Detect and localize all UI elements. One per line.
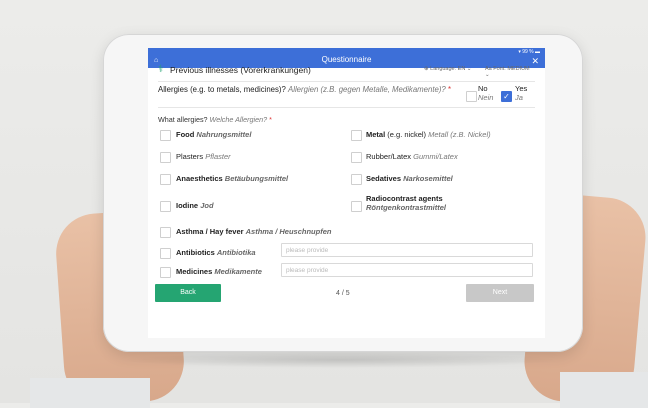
- anaesthetics-label: Anaesthetics Betäubungsmittel: [176, 174, 289, 183]
- plasters-label: Plasters Pflaster: [176, 152, 231, 161]
- radiocontrast-checkbox[interactable]: [351, 201, 362, 212]
- page-indicator: 4 / 5: [336, 290, 350, 297]
- left-sleeve: [30, 378, 150, 408]
- section-title: Previous illnesses (Vorerkrankungen): [170, 65, 311, 75]
- tablet-screen: ⌂ Questionnaire ▾ 99 % ▬ ✕ ⚕ Previous il…: [148, 48, 545, 338]
- status-bar: ▾ 99 % ▬: [518, 49, 540, 55]
- asthma-label: Asthma / Hay fever Asthma / Heuschnupfen: [176, 227, 332, 236]
- medicines-label: Medicines Medikamente: [176, 267, 262, 276]
- rubber-label: Rubber/Latex Gummi/Latex: [366, 152, 458, 161]
- asthma-checkbox[interactable]: [160, 227, 171, 238]
- plasters-checkbox[interactable]: [160, 152, 171, 163]
- divider: [158, 107, 535, 108]
- medical-icon: ⚕: [158, 64, 164, 75]
- food-checkbox[interactable]: [160, 130, 171, 141]
- language-select[interactable]: ⊕ Language: EN ⌄: [424, 66, 471, 72]
- radiocontrast-label: Radiocontrast agents Röntgenkontrastmitte…: [366, 194, 447, 212]
- antibiotics-label: Antibiotics Antibiotika: [176, 248, 256, 257]
- divider: [158, 81, 535, 82]
- back-button[interactable]: Back: [155, 284, 221, 302]
- yes-label: Yes Ja: [515, 84, 528, 102]
- no-label: No Nein: [478, 84, 494, 102]
- font-select[interactable]: Aa Font: MEDIUM ⌄: [485, 66, 535, 78]
- header-title: Questionnaire: [321, 55, 372, 64]
- antibiotics-input[interactable]: please provide: [281, 243, 533, 257]
- tablet-shadow: [120, 352, 560, 368]
- food-label: Food Nahrungsmittel: [176, 130, 252, 139]
- metal-label: Metal (e.g. nickel) Metall (z.B. Nickel): [366, 130, 491, 139]
- anaesthetics-checkbox[interactable]: [160, 174, 171, 185]
- what-allergies-label: What allergies? Welche Allergien? *: [158, 115, 272, 124]
- metal-checkbox[interactable]: [351, 130, 362, 141]
- sedatives-checkbox[interactable]: [351, 174, 362, 185]
- next-button[interactable]: Next: [466, 284, 534, 302]
- medicines-checkbox[interactable]: [160, 267, 171, 278]
- iodine-label: Iodine Jod: [176, 201, 214, 210]
- yes-checkbox[interactable]: ✓: [501, 91, 512, 102]
- sedatives-label: Sedatives Narkosemittel: [366, 174, 453, 183]
- section-header: ⚕ Previous illnesses (Vorerkrankungen) ⊕…: [158, 64, 535, 78]
- medicines-input[interactable]: please provide: [281, 263, 533, 277]
- rubber-checkbox[interactable]: [351, 152, 362, 163]
- antibiotics-checkbox[interactable]: [160, 248, 171, 259]
- allergies-question: Allergies (e.g. to metals, medicines)? A…: [158, 85, 451, 94]
- no-checkbox[interactable]: [466, 91, 477, 102]
- iodine-checkbox[interactable]: [160, 201, 171, 212]
